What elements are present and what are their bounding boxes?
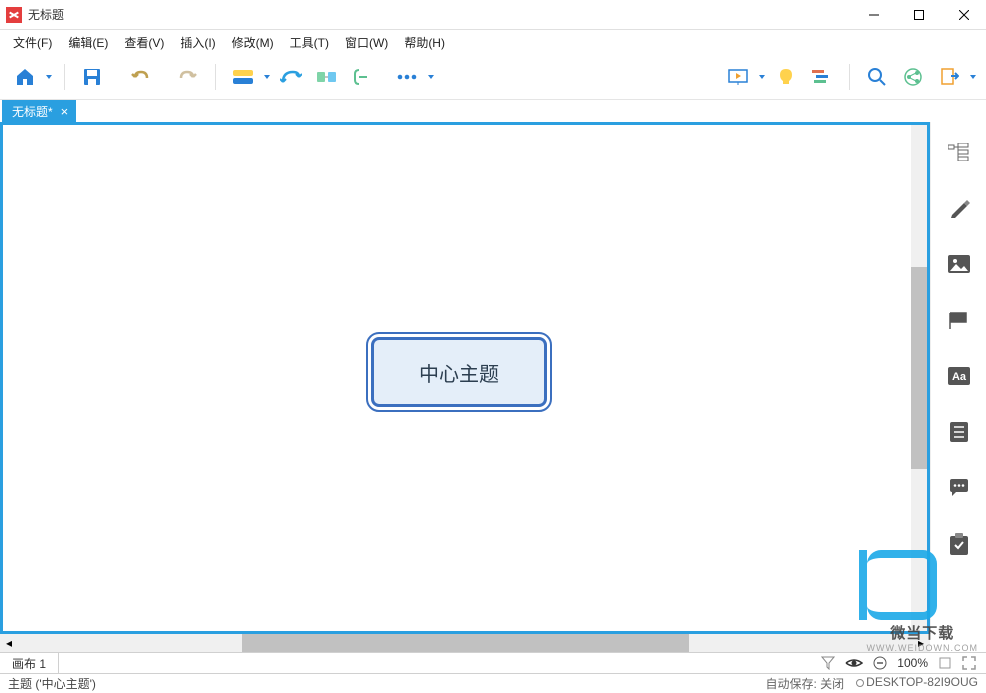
close-button[interactable]: [941, 0, 986, 30]
svg-text:Aa: Aa: [951, 371, 966, 383]
separator: [64, 64, 65, 90]
minimize-button[interactable]: [851, 0, 896, 30]
scroll-right-icon[interactable]: ▸: [912, 634, 930, 652]
summary-button[interactable]: [346, 60, 380, 94]
menu-tools[interactable]: 工具(T): [283, 32, 336, 53]
boundary-button[interactable]: [310, 60, 344, 94]
format-panel-button[interactable]: [943, 194, 975, 222]
vertical-scroll-thumb[interactable]: [911, 267, 927, 469]
tab-label: 无标题*: [12, 103, 53, 120]
document-tab[interactable]: 无标题* ×: [2, 100, 76, 122]
menu-modify[interactable]: 修改(M): [225, 32, 281, 53]
image-panel-button[interactable]: [943, 250, 975, 278]
canvas-container: 中心主题: [0, 122, 930, 634]
text-panel-button[interactable]: Aa: [943, 362, 975, 390]
status-indicator-icon: [856, 679, 864, 687]
right-panel: Aa: [930, 122, 986, 634]
topic-button[interactable]: [226, 60, 260, 94]
save-button[interactable]: [75, 60, 109, 94]
menu-view[interactable]: 查看(V): [117, 32, 171, 53]
vertical-scrollbar[interactable]: [911, 125, 927, 631]
zoom-out-button[interactable]: [873, 656, 887, 670]
menu-file[interactable]: 文件(F): [6, 32, 59, 53]
separator: [849, 64, 850, 90]
canvas[interactable]: 中心主题: [3, 125, 911, 631]
more-button[interactable]: [390, 60, 424, 94]
topic-dropdown[interactable]: [262, 60, 272, 94]
workspace: 中心主题 Aa: [0, 122, 986, 634]
eye-icon[interactable]: [845, 657, 863, 669]
titlebar: 无标题: [0, 0, 986, 30]
statusbar: 主题 ('中心主题') 自动保存: 关闭 DESKTOP-82I9OUG: [0, 674, 986, 693]
relationship-button[interactable]: [274, 60, 308, 94]
share-button[interactable]: [896, 60, 930, 94]
status-selection: 主题 ('中心主题'): [8, 675, 96, 692]
window-title: 无标题: [28, 6, 851, 23]
menu-help[interactable]: 帮助(H): [397, 32, 452, 53]
toolbar: [0, 54, 986, 100]
scroll-left-icon[interactable]: ◂: [0, 634, 18, 652]
tab-close-icon[interactable]: ×: [61, 105, 69, 118]
comments-panel-button[interactable]: [943, 474, 975, 502]
idea-button[interactable]: [769, 60, 803, 94]
status-autosave: 自动保存: 关闭: [766, 675, 845, 692]
more-dropdown[interactable]: [426, 60, 436, 94]
presentation-button[interactable]: [721, 60, 755, 94]
sheet-tab[interactable]: 画布 1: [0, 653, 59, 673]
menu-edit[interactable]: 编辑(E): [61, 32, 115, 53]
home-button[interactable]: [8, 60, 42, 94]
hscroll-thumb[interactable]: [242, 634, 689, 652]
export-dropdown[interactable]: [968, 60, 978, 94]
center-topic-node[interactable]: 中心主题: [371, 337, 547, 407]
presentation-dropdown[interactable]: [757, 60, 767, 94]
zoom-level[interactable]: 100%: [897, 656, 928, 670]
status-hostname: DESKTOP-82I9OUG: [856, 675, 978, 692]
task-panel-button[interactable]: [943, 530, 975, 558]
search-button[interactable]: [860, 60, 894, 94]
marker-panel-button[interactable]: [943, 306, 975, 334]
fullscreen-button[interactable]: [962, 656, 976, 670]
home-dropdown[interactable]: [44, 60, 54, 94]
undo-button[interactable]: [123, 60, 157, 94]
fit-button[interactable]: [938, 656, 952, 670]
horizontal-scrollbar[interactable]: ◂ ▸: [0, 634, 930, 652]
app-icon: [6, 7, 22, 23]
gantt-button[interactable]: [805, 60, 839, 94]
redo-button[interactable]: [171, 60, 205, 94]
hscroll-track[interactable]: [18, 634, 912, 652]
filter-icon[interactable]: [821, 656, 835, 670]
sheetbar: 画布 1 100%: [0, 652, 986, 674]
maximize-button[interactable]: [896, 0, 941, 30]
menubar: 文件(F) 编辑(E) 查看(V) 插入(I) 修改(M) 工具(T) 窗口(W…: [0, 30, 986, 54]
menu-insert[interactable]: 插入(I): [173, 32, 222, 53]
notes-panel-button[interactable]: [943, 418, 975, 446]
export-button[interactable]: [932, 60, 966, 94]
document-tabbar: 无标题* ×: [0, 100, 986, 122]
separator: [215, 64, 216, 90]
menu-window[interactable]: 窗口(W): [338, 32, 395, 53]
window-controls: [851, 0, 986, 30]
outline-panel-button[interactable]: [943, 138, 975, 166]
